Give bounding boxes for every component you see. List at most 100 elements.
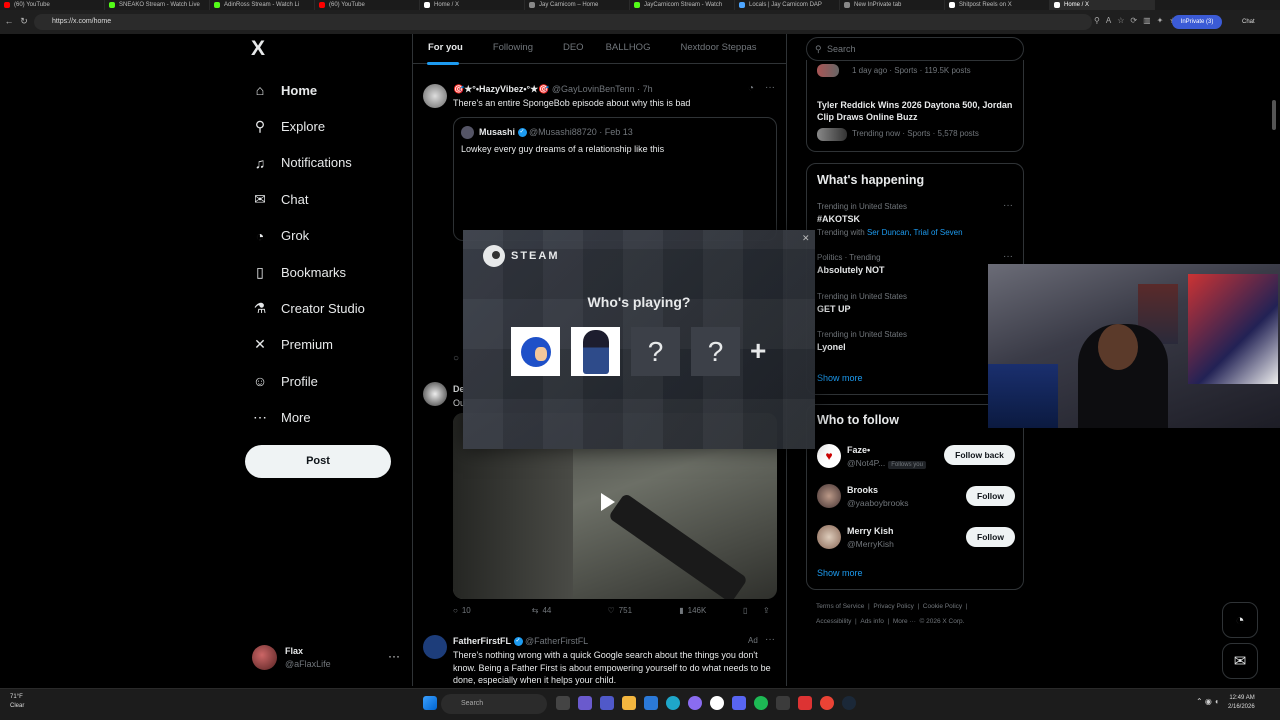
refresh-icon[interactable]: ↻ [17,16,31,27]
refresh-page-icon[interactable]: ⟳ [1130,16,1137,25]
bookmark-button[interactable]: ▯ [743,606,763,615]
trend-topic[interactable]: Absolutely NOT [817,265,885,275]
system-tray[interactable]: ⌃ ◉ ◖ [1196,697,1219,706]
more-dots-icon[interactable]: ··· [1003,251,1013,262]
trend-topic[interactable]: GET UP [817,304,851,314]
search-input[interactable]: ⚲ Search [806,37,1024,61]
quoted-tweet[interactable]: Musashi ✓ @Musashi88720 · Feb 13 Lowkey … [453,117,777,241]
tweet-author-handle[interactable]: @GayLovinBenTenn · 7h [552,84,653,94]
sidebar-item-home[interactable]: ⌂ Home [252,72,402,108]
copilot-icon[interactable] [578,696,592,710]
show-more-link[interactable]: Show more [817,373,863,383]
browser-tab[interactable]: SNEAKO Stream - Watch Live [105,0,210,10]
tab-nextdoor-steppas[interactable]: Nextdoor Steppas [660,34,766,63]
x-logo[interactable]: X [251,37,265,61]
play-icon[interactable] [601,493,615,511]
task-view-icon[interactable] [556,696,570,710]
taskbar-search[interactable]: Search [441,694,547,714]
reply-button[interactable]: ○ 10 [453,606,517,615]
browser-tab[interactable]: New InPrivate tab [840,0,945,10]
extensions-icon[interactable]: ✦ [1157,16,1164,25]
file-explorer-icon[interactable] [622,696,636,710]
chrome-icon[interactable] [820,696,834,710]
footer-link-terms[interactable]: Terms of Service [816,603,864,610]
tab-following[interactable]: Following [473,34,543,63]
footer-link-privacy[interactable]: Privacy Policy [873,603,913,610]
follow-button[interactable]: Follow [966,527,1015,547]
profile-slot-sonic[interactable] [511,327,560,376]
grok-icon[interactable]: ◔ [748,83,754,94]
browser-tab[interactable]: JayCarnicom Stream - Watch [630,0,735,10]
sidebar-item-notifications[interactable]: ♫ Notifications [252,145,402,181]
browser-tab[interactable]: Jay Carnicom – Home [525,0,630,10]
steam-taskbar-icon[interactable] [842,696,856,710]
reply-icon[interactable]: ○ [453,353,459,364]
trend-related-links[interactable]: Ser Duncan, Trial of Seven [867,228,963,237]
scrollbar[interactable] [1272,100,1276,130]
edge-icon[interactable] [666,696,680,710]
split-screen-icon[interactable]: ▥ [1143,16,1151,25]
browser-tab[interactable]: AdinRoss Stream - Watch Li [210,0,315,10]
like-button[interactable]: ♡ 751 [596,606,672,615]
browser-tab[interactable]: Shitpost Reels on X [945,0,1050,10]
share-button[interactable]: ⇪ [763,606,777,615]
store-icon[interactable] [644,696,658,710]
browser-tab[interactable]: (60) YouTube [315,0,420,10]
app-icon[interactable] [776,696,790,710]
sidebar-item-premium[interactable]: ✕ Premium [252,327,402,363]
profile-slot-empty[interactable]: ? [631,327,680,376]
footer-link-more[interactable]: More ··· [893,618,916,625]
sidebar-item-grok[interactable]: ◔ Grok [252,218,402,254]
show-more-link[interactable]: Show more [817,568,863,578]
inprivate-badge[interactable]: InPrivate (3) [1172,15,1222,29]
follow-name[interactable]: Brooks [847,485,878,495]
tab-for-you[interactable]: For you [413,34,473,65]
app-icon[interactable] [798,696,812,710]
obs-icon[interactable] [710,696,724,710]
app-icon[interactable] [688,696,702,710]
messages-float-button[interactable]: ✉ [1222,643,1258,679]
close-icon[interactable]: ✕ [802,233,810,244]
repost-button[interactable]: ⇆ 44 [517,606,596,615]
sidebar-item-bookmarks[interactable]: ▯ Bookmarks [252,254,402,290]
discord-icon[interactable] [732,696,746,710]
tweet-ad[interactable]: FatherFirstFL ✓ @FatherFirstFL Ad ··· Th… [413,631,786,686]
footer-link-accessibility[interactable]: Accessibility [816,618,851,625]
sidebar-item-more[interactable]: ⋯ More [252,400,402,436]
zoom-icon[interactable]: ⚲ [1094,16,1100,25]
account-switcher[interactable]: Flax @aFlaxLife ··· [252,643,404,673]
browser-tab[interactable]: Home / X [420,0,525,10]
trend-topic[interactable]: Lyonel [817,342,846,352]
profile-slot-empty[interactable]: ? [691,327,740,376]
sidebar-item-creator-studio[interactable]: ⚗ Creator Studio [252,290,402,326]
read-aloud-icon[interactable]: A [1106,16,1111,25]
add-profile-plus-icon[interactable]: + [750,335,766,367]
favorite-star-icon[interactable]: ☆ [1117,16,1124,25]
more-dots-icon[interactable]: ··· [765,82,775,93]
trend-topic[interactable]: #AKOTSK [817,214,860,224]
tweet-author-name[interactable]: FatherFirstFL [453,636,511,646]
more-dots-icon[interactable]: ··· [1003,200,1013,211]
tweet-author-name[interactable]: 🎯★°•HazyVibez•°★🎯 [453,84,549,94]
sidebar-item-chat[interactable]: ✉ Chat [252,181,402,217]
more-dots-icon[interactable]: ··· [765,634,775,645]
browser-tab[interactable]: Locals | Jay Carnicom DAP [735,0,840,10]
url-field[interactable]: https://x.com/home [34,14,1092,30]
follow-back-button[interactable]: Follow back [944,445,1015,465]
copilot-chat-button[interactable]: Chat [1242,15,1276,29]
grok-float-button[interactable]: ◔ [1222,602,1258,638]
taskbar-clock[interactable]: 12:49 AM 2/16/2026 [1228,694,1255,712]
spotify-icon[interactable] [754,696,768,710]
views-button[interactable]: ▮ 146K [671,606,743,615]
profile-slot-character[interactable] [571,327,620,376]
tab-deo[interactable]: DEO [543,34,594,63]
follow-name[interactable]: Merry Kish [847,526,894,536]
more-dots-icon[interactable]: ··· [388,649,400,663]
sidebar-item-explore[interactable]: ⚲ Explore [252,108,402,144]
teams-icon[interactable] [600,696,614,710]
browser-tab[interactable]: (60) YouTube [0,0,105,10]
back-icon[interactable]: ← [2,16,16,26]
sidebar-item-profile[interactable]: ☺ Profile [252,363,402,399]
follow-button[interactable]: Follow [966,486,1015,506]
footer-link-cookie[interactable]: Cookie Policy [923,603,962,610]
